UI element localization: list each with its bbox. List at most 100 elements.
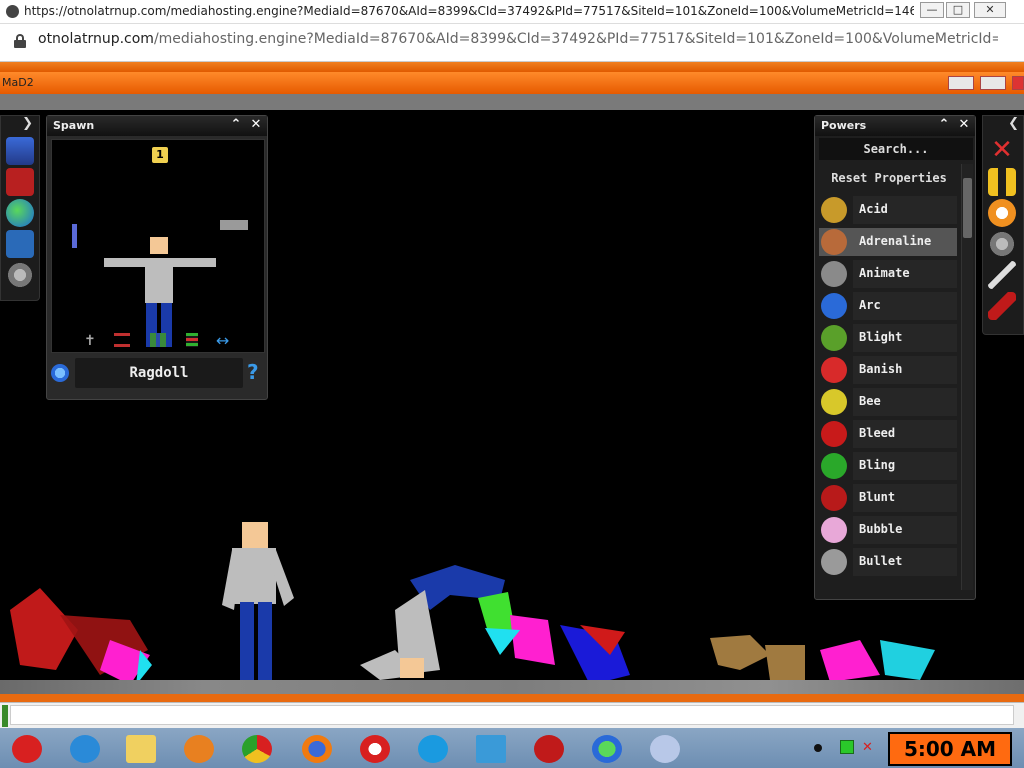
collapse-icon[interactable]: ⌃ (937, 117, 951, 133)
timer-icon[interactable] (988, 199, 1016, 227)
chevron-left-icon[interactable]: ❮ (983, 116, 1023, 134)
url-path: /mediahosting.engine?MediaId=87670&AId=8… (153, 31, 998, 47)
taskbar: ✕ (0, 728, 1024, 768)
power-label: Adrenaline (859, 234, 932, 248)
taskbar-clock[interactable]: 5:00 AM (888, 732, 1012, 766)
globe-tool-icon[interactable] (6, 199, 34, 227)
app-title: MaD2 (2, 76, 34, 89)
power-item[interactable]: Adrenaline (819, 226, 957, 258)
block-icon (220, 220, 248, 230)
reset-properties-button[interactable]: Reset Properties (819, 166, 959, 190)
debris-center (360, 565, 630, 680)
layers-icon[interactable] (186, 333, 198, 347)
power-label: Arc (859, 298, 881, 312)
power-label: Bubble (859, 522, 903, 536)
download-manager-icon[interactable] (582, 732, 632, 766)
chrome-icon[interactable] (232, 732, 282, 766)
flip-icon[interactable]: ↔ (216, 331, 238, 350)
swap-icon[interactable] (114, 333, 130, 347)
app-minimize-button[interactable] (948, 76, 974, 90)
bullet-icon (821, 549, 847, 575)
collapse-icon[interactable]: ⌃ (229, 117, 243, 133)
power-label: Blunt (859, 490, 896, 504)
network-icon[interactable] (840, 740, 854, 754)
power-item[interactable]: Bullet (819, 546, 957, 578)
close-button[interactable]: ✕ (974, 2, 1006, 18)
app-close-button[interactable] (1012, 76, 1024, 90)
power-label: Bee (859, 394, 881, 408)
globe-icon (6, 5, 19, 18)
ground (0, 680, 1024, 694)
spawn-panel: Spawn ⌃ ✕ 1 ✝ ↔ Ragdoll ? (46, 115, 268, 400)
box-app-icon[interactable] (466, 732, 516, 766)
power-item[interactable]: Bubble (819, 514, 957, 546)
clear-icon[interactable]: ✕ (988, 137, 1016, 165)
spawn-header: Spawn ⌃ ✕ (47, 116, 267, 136)
blight-icon (821, 325, 847, 351)
power-label: Bleed (859, 426, 896, 440)
left-toolbar: ❯ (0, 115, 40, 301)
mute-icon[interactable]: ✕ (862, 740, 878, 756)
ie-icon[interactable] (60, 732, 110, 766)
app-maximize-button[interactable] (980, 76, 1006, 90)
opera-icon[interactable] (350, 732, 400, 766)
close-icon[interactable]: ✕ (249, 117, 263, 133)
debris-right (710, 635, 935, 680)
media-player-icon[interactable] (174, 732, 224, 766)
blood-icon[interactable] (988, 292, 1016, 320)
scrollbar-thumb[interactable] (963, 178, 972, 238)
acid-icon (821, 197, 847, 223)
ragdoll-tool-icon[interactable] (6, 137, 34, 165)
power-item[interactable]: Bling (819, 450, 957, 482)
ground-edge (0, 694, 1024, 702)
powers-scrollbar[interactable] (961, 164, 973, 590)
bubble-icon (821, 517, 847, 543)
minimize-button[interactable]: — (920, 2, 944, 18)
angry-birds-icon[interactable] (2, 732, 52, 766)
power-label: Animate (859, 266, 910, 280)
chevron-right-icon[interactable]: ❯ (1, 116, 39, 134)
url-host: otnolatrnup.com (38, 31, 154, 47)
folder-icon[interactable] (116, 732, 166, 766)
address-bar[interactable]: otnolatrnup.com/mediahosting.engine?Medi… (0, 24, 1024, 62)
game-app-icon[interactable] (640, 732, 690, 766)
power-item[interactable]: Bleed (819, 418, 957, 450)
power-item[interactable]: Blunt (819, 482, 957, 514)
skype-icon[interactable] (408, 732, 458, 766)
person-icon[interactable]: ✝ (84, 333, 98, 349)
power-label: Acid (859, 202, 888, 216)
maximize-button[interactable]: □ (946, 2, 970, 18)
search-icon[interactable] (51, 364, 69, 382)
spawn-preview[interactable]: 1 ✝ ↔ (51, 139, 265, 353)
powers-search-input[interactable]: Search... (819, 138, 973, 160)
power-item[interactable]: Arc (819, 290, 957, 322)
power-item[interactable]: Animate (819, 258, 957, 290)
gear-icon[interactable] (6, 261, 34, 289)
spawn-name-field[interactable]: Ragdoll (75, 358, 243, 388)
powers-title: Powers (821, 119, 867, 132)
firefox-icon[interactable] (292, 732, 342, 766)
power-item[interactable]: Acid (819, 194, 957, 226)
lock-icon (14, 34, 26, 48)
book-icon[interactable] (6, 168, 34, 196)
blunt-icon (821, 485, 847, 511)
pause-icon[interactable] (988, 168, 1016, 196)
powers-panel: Powers ⌃ ✕ Search... Reset Properties Ac… (814, 115, 976, 600)
power-item[interactable]: Blight (819, 322, 957, 354)
power-label: Bling (859, 458, 896, 472)
knife-icon[interactable] (988, 261, 1016, 289)
angry-birds-space-icon[interactable] (524, 732, 574, 766)
close-icon[interactable]: ✕ (957, 117, 971, 133)
bottom-strip (0, 702, 1024, 728)
right-toolbar: ❮ ✕ (982, 115, 1024, 335)
ragdoll-standing[interactable] (222, 522, 294, 680)
power-item[interactable]: Banish (819, 354, 957, 386)
url-text[interactable]: otnolatrnup.com/mediahosting.engine?Medi… (38, 31, 998, 47)
tray-dot-icon[interactable] (814, 744, 822, 752)
help-icon[interactable]: ? (247, 360, 265, 384)
window-title: https://otnolatrnup.com/mediahosting.eng… (24, 4, 914, 18)
gear-icon[interactable] (988, 230, 1016, 258)
grid-icon[interactable] (150, 333, 166, 347)
power-item[interactable]: Bee (819, 386, 957, 418)
save-icon[interactable] (6, 230, 34, 258)
